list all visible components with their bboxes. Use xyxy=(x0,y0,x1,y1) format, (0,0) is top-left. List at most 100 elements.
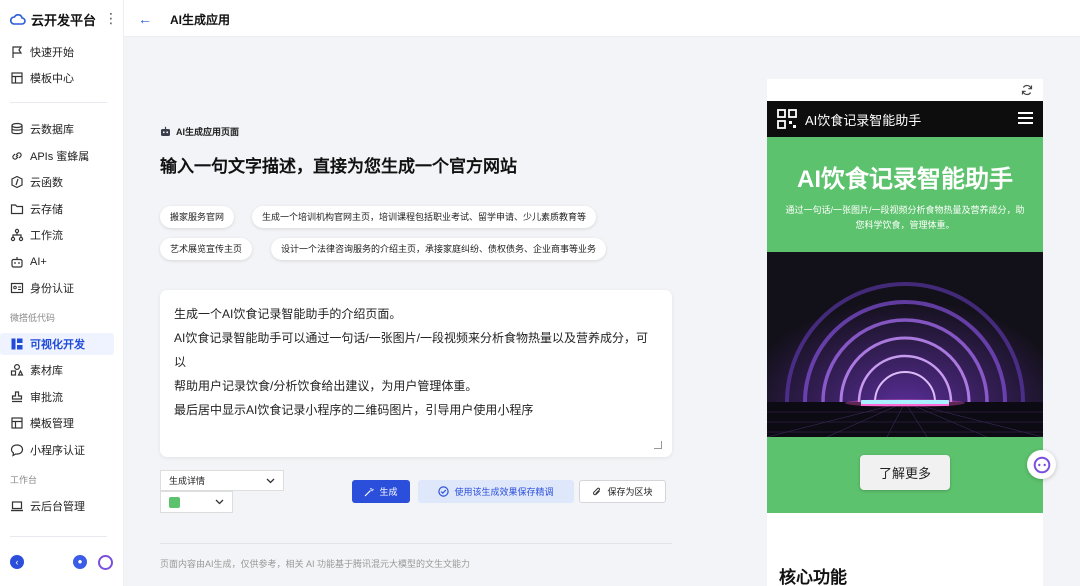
sidebar-item-label: APIs 蜜蜂属 xyxy=(30,151,90,163)
preview-hero: AI饮食记录智能助手 通过一句话/一张图片/一段视频分析食物热量及营养成分，助您… xyxy=(767,137,1043,252)
neon-tunnel-illustration xyxy=(767,252,1043,437)
learn-more-button[interactable]: 了解更多 xyxy=(860,455,950,490)
sidebar-item-database[interactable]: 云数据库 xyxy=(0,118,114,140)
brand[interactable]: 云开发平台 xyxy=(10,10,96,28)
chat-icon xyxy=(10,444,24,457)
sidebar-item-ai[interactable]: AI+ xyxy=(0,251,114,273)
sidebar-item-label: 云函数 xyxy=(30,177,63,189)
sidebar-item-apis[interactable]: APIs 蜜蜂属 xyxy=(0,145,114,167)
save-block-label: 保存为区块 xyxy=(607,487,653,497)
folder-icon xyxy=(10,204,24,215)
disclaimer-text: 页面内容由AI生成，仅供参考，相关 AI 功能基于腾讯混元大模型的文生文能力 xyxy=(160,559,471,569)
detail-select-value: 生成详情 xyxy=(169,476,206,486)
brand-name: 云开发平台 xyxy=(31,12,97,28)
assistant-icon[interactable] xyxy=(98,555,113,570)
sidebar-item-label: 模板中心 xyxy=(30,73,74,85)
sidebar-item-storage[interactable]: 云存储 xyxy=(0,198,114,220)
sidebar-item-visual-dev[interactable]: 可视化开发 xyxy=(0,333,114,355)
sidebar-item-label: 模板管理 xyxy=(30,418,74,430)
sidebar-item-label: 小程序认证 xyxy=(30,445,85,457)
preview-navbar: AI饮食记录智能助手 xyxy=(767,101,1043,137)
sidebar-item-materials[interactable]: 素材库 xyxy=(0,359,114,381)
sidebar-item-label: 快速开始 xyxy=(30,47,74,59)
preview-hero-title: AI饮食记录智能助手 xyxy=(797,166,1013,193)
collapse-sidebar-button[interactable]: ‹ xyxy=(10,555,24,569)
prompt-line: 最后居中显示AI饮食记录小程序的二维码图片，引导用户使用小程序 xyxy=(174,403,534,417)
sidebar-item-approval[interactable]: 审批流 xyxy=(0,386,114,408)
prompt-line: 帮助用户记录饮食/分析饮食给出建议，为用户管理体重。 xyxy=(174,379,478,393)
section-tag-label: AI生成应用页面 xyxy=(176,127,240,137)
link-icon xyxy=(12,152,22,160)
robot-icon xyxy=(161,126,170,136)
assistant-bot-icon xyxy=(1033,456,1050,473)
sidebar-item-template-mgmt[interactable]: 模板管理 xyxy=(0,412,114,434)
preview-panel: AI饮食记录智能助手 AI饮食记录智能助手 通过一句话/一张图片/一段视频分析食… xyxy=(767,79,1043,586)
sidebar-item-auth[interactable]: 身份认证 xyxy=(0,277,114,299)
suggestion-chip[interactable]: 搬家服务官网 xyxy=(160,206,235,228)
sidebar-item-miniprogram-auth[interactable]: 小程序认证 xyxy=(0,439,114,461)
layout-icon xyxy=(11,338,23,350)
hamburger-menu-icon[interactable] xyxy=(1018,112,1033,124)
preview-nav-title: AI饮食记录智能助手 xyxy=(805,112,922,128)
robot-icon xyxy=(11,257,23,268)
section-lowcode: 微搭低代码 xyxy=(10,313,56,323)
laptop-icon xyxy=(11,501,23,512)
user-avatar-icon[interactable]: ● xyxy=(73,555,87,569)
assistant-float-button[interactable] xyxy=(1027,450,1056,479)
top-header: ← AI生成应用 xyxy=(124,0,1080,37)
chevron-down-icon xyxy=(266,478,275,483)
divider xyxy=(10,536,107,537)
suggestion-chip[interactable]: 设计一个法律咨询服务的介绍主页，承接家庭纠纷、债权债务、企业商事等业务 xyxy=(271,238,607,260)
color-select[interactable] xyxy=(160,491,233,513)
divider xyxy=(10,102,107,103)
color-swatch xyxy=(169,496,180,508)
preview-hero-subtitle: 通过一句话/一张图片/一段视频分析食物热量及营养成分，助您科学饮食，管理体重。 xyxy=(785,205,1025,230)
template-icon xyxy=(11,72,23,84)
suggestion-chip[interactable]: 生成一个培训机构官网主页，培训课程包括职业考试、留学申请、少儿素质教育等 xyxy=(252,206,597,228)
cloud-logo-icon xyxy=(10,14,26,25)
sidebar-item-label: 工作流 xyxy=(30,230,63,242)
page-title: AI生成应用 xyxy=(170,13,231,27)
generate-button[interactable]: 生成 xyxy=(352,480,410,503)
paperclip-icon xyxy=(593,487,601,495)
sidebar-item-templates[interactable]: 模板中心 xyxy=(0,67,114,89)
id-card-icon xyxy=(10,282,24,294)
refresh-icon[interactable] xyxy=(1021,84,1033,96)
app-logo-icon xyxy=(777,109,797,129)
use-effect-button[interactable]: 使用该生成效果保存精调 xyxy=(418,480,574,503)
sidebar-item-workflow[interactable]: 工作流 xyxy=(0,224,114,246)
sidebar-item-label: 身份认证 xyxy=(30,283,74,295)
sidebar: 云开发平台 ⋮ 快速开始 模板中心 云数据库 APIs 蜜蜂属 云函数 云存储 … xyxy=(0,0,124,586)
prompt-textarea[interactable]: 生成一个AI饮食记录智能助手的介绍页面。 AI饮食记录智能助手可以通过一句话/一… xyxy=(160,290,672,457)
generate-label: 生成 xyxy=(379,487,398,497)
database-icon xyxy=(11,122,23,135)
section-workbench: 工作台 xyxy=(10,475,38,485)
preview-section-title: 核心功能 xyxy=(779,568,847,586)
sidebar-item-label: AI+ xyxy=(30,256,47,268)
detail-select[interactable]: 生成详情 xyxy=(160,470,284,491)
resize-handle[interactable] xyxy=(654,441,662,449)
sidebar-item-label: 审批流 xyxy=(30,392,63,404)
sidebar-item-label: 云后台管理 xyxy=(30,501,85,513)
sidebar-item-cloud-admin[interactable]: 云后台管理 xyxy=(0,495,114,517)
shapes-icon xyxy=(10,363,24,376)
sidebar-item-quickstart[interactable]: 快速开始 xyxy=(0,41,114,63)
sidebar-item-label: 云数据库 xyxy=(30,124,74,136)
prompt-line: AI饮食记录智能助手可以通过一句话/一张图片/一段视频来分析食物热量以及营养成分… xyxy=(174,331,649,369)
main-heading: 输入一句文字描述，直接为您生成一个官方网站 xyxy=(160,157,517,176)
suggestion-chip[interactable]: 艺术展览宣传主页 xyxy=(160,238,253,260)
check-circle-icon xyxy=(438,486,450,497)
save-block-button[interactable]: 保存为区块 xyxy=(579,480,666,503)
sidebar-item-functions[interactable]: 云函数 xyxy=(0,171,114,193)
prompt-line: 生成一个AI饮食记录智能助手的介绍页面。 xyxy=(174,307,402,321)
section-tag: AI生成应用页面 xyxy=(160,125,239,138)
preview-cta-band: 了解更多 xyxy=(767,437,1043,513)
divider xyxy=(160,543,672,544)
preview-hero-image xyxy=(767,252,1043,437)
chevron-down-icon xyxy=(215,499,224,505)
stamp-icon xyxy=(11,391,23,403)
back-arrow-icon[interactable]: ← xyxy=(138,11,152,27)
more-icon[interactable]: ⋮ xyxy=(104,10,118,26)
template-manage-icon xyxy=(11,417,23,429)
sidebar-footer: ‹ ● xyxy=(10,555,114,571)
